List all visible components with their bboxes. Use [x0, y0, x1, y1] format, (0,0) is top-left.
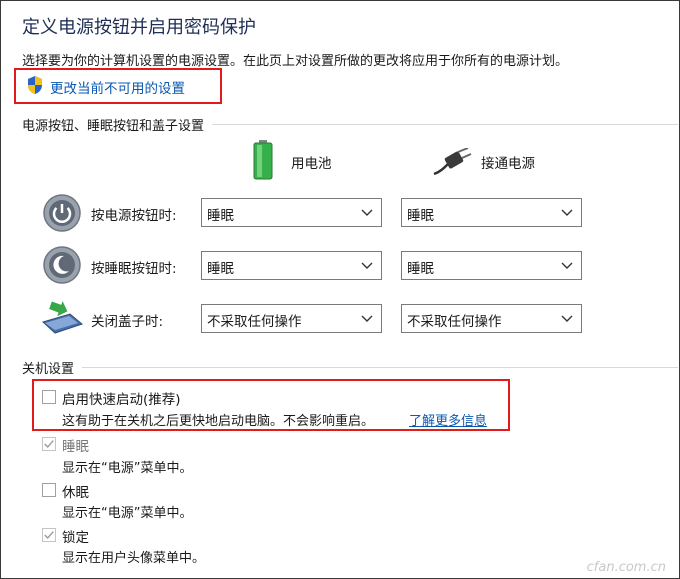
selected-value: 睡眠	[207, 208, 234, 224]
power-button-plugged-select[interactable]: 睡眠	[401, 198, 582, 227]
chevron-down-icon	[361, 262, 373, 269]
hibernate-option-description: 显示在“电源”菜单中。	[62, 506, 193, 521]
sleep-option-description: 显示在“电源”菜单中。	[62, 461, 193, 476]
checkmark-icon	[44, 440, 54, 449]
fast-startup-checkbox[interactable]	[42, 390, 56, 404]
chevron-down-icon	[561, 315, 573, 322]
chevron-down-icon	[361, 315, 373, 322]
selected-value: 不采取任何操作	[207, 314, 302, 330]
shield-icon	[28, 76, 42, 94]
chevron-down-icon	[561, 209, 573, 216]
watermark: cfan.com.cn	[586, 560, 666, 575]
selected-value: 睡眠	[407, 261, 434, 277]
battery-icon	[253, 140, 273, 180]
selected-value: 睡眠	[207, 261, 234, 277]
sleep-button-icon	[43, 246, 81, 284]
lock-checkbox[interactable]	[42, 528, 56, 542]
selected-value: 睡眠	[407, 208, 434, 224]
hibernate-option-label: 休眠	[62, 485, 89, 501]
power-plug-icon	[433, 148, 472, 176]
power-section-heading: 电源按钮、睡眠按钮和盖子设置	[22, 115, 213, 134]
fast-startup-label: 启用快速启动(推荐)	[62, 392, 181, 408]
laptop-lid-icon	[42, 301, 84, 334]
page-description: 选择要为你的计算机设置的电源设置。在此页上对设置所做的更改将应用于你所有的电源计…	[22, 54, 569, 69]
change-unavailable-settings-link[interactable]: 更改当前不可用的设置	[50, 77, 185, 97]
learn-more-link[interactable]: 了解更多信息	[409, 410, 487, 429]
sleep-button-battery-select[interactable]: 睡眠	[201, 251, 382, 280]
sleep-button-plugged-select[interactable]: 睡眠	[401, 251, 582, 280]
checkmark-icon	[44, 531, 54, 540]
chevron-down-icon	[361, 209, 373, 216]
sleep-option-label: 睡眠	[62, 439, 89, 455]
selected-value: 不采取任何操作	[407, 314, 502, 330]
power-button-label: 按电源按钮时:	[91, 208, 177, 224]
hibernate-checkbox[interactable]	[42, 483, 56, 497]
section-divider	[22, 367, 678, 368]
sleep-checkbox[interactable]	[42, 437, 56, 451]
plugged-column-header: 接通电源	[481, 156, 535, 172]
power-button-icon	[43, 194, 81, 232]
sleep-button-label: 按睡眠按钮时:	[91, 261, 177, 277]
close-lid-plugged-select[interactable]: 不采取任何操作	[401, 304, 582, 333]
page-title: 定义电源按钮并启用密码保护	[22, 17, 256, 38]
power-button-battery-select[interactable]: 睡眠	[201, 198, 382, 227]
close-lid-battery-select[interactable]: 不采取任何操作	[201, 304, 382, 333]
battery-column-header: 用电池	[291, 156, 332, 172]
lock-option-description: 显示在用户头像菜单中。	[62, 551, 206, 566]
close-lid-label: 关闭盖子时:	[91, 314, 164, 330]
shutdown-section-heading: 关机设置	[22, 358, 83, 377]
fast-startup-description: 这有助于在关机之后更快地启动电脑。不会影响重启。	[62, 414, 375, 429]
chevron-down-icon	[561, 262, 573, 269]
lock-option-label: 锁定	[62, 530, 89, 546]
